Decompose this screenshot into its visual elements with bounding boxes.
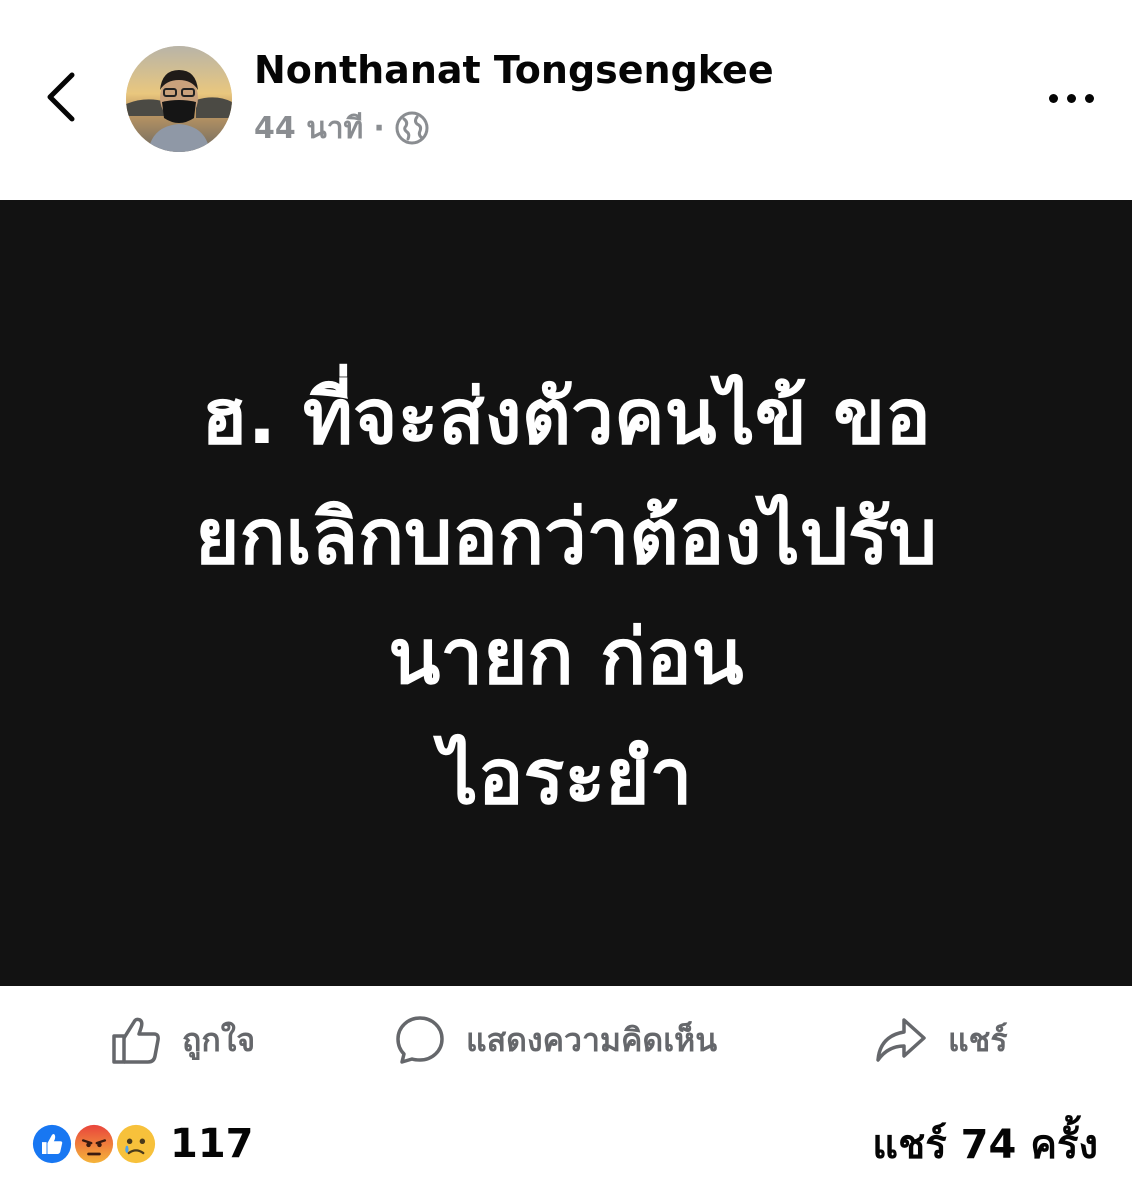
angry-reaction-icon	[72, 1122, 116, 1166]
more-dot	[1048, 93, 1058, 103]
author-name[interactable]: Nonthanat Tongsengkee	[254, 48, 774, 92]
post-text: ฮ. ที่จะส่งตัวคนไข้ ขอ ยกเลิกบอกว่าต้องไ…	[195, 357, 937, 837]
post-meta: 44 นาที ·	[254, 106, 429, 150]
reaction-count: 117	[170, 1121, 254, 1167]
sad-reaction-icon	[114, 1122, 158, 1166]
post-image[interactable]: ฮ. ที่จะส่งตัวคนไข้ ขอ ยกเลิกบอกว่าต้องไ…	[0, 200, 1132, 986]
post-text-line: ยกเลิกบอกว่าต้องไปรับ	[194, 492, 937, 581]
thumbs-up-icon	[112, 1017, 160, 1064]
action-bar: ถูกใจ แสดงความคิดเห็น แชร์	[0, 986, 1132, 1096]
avatar-photo	[126, 46, 232, 152]
post-text-line: ฮ. ที่จะส่งตัวคนไข้ ขอ	[201, 372, 931, 461]
back-button[interactable]	[30, 62, 90, 132]
avatar[interactable]	[126, 46, 232, 152]
post-header: Nonthanat Tongsengkee 44 นาที ·	[0, 0, 1132, 200]
more-dot	[1066, 93, 1076, 103]
post-text-line: ไอระยำ	[439, 732, 693, 821]
comment-label: แสดงความคิดเห็น	[466, 1020, 718, 1059]
reaction-icons	[30, 1122, 158, 1166]
globe-icon	[395, 111, 429, 145]
comment-button[interactable]: แสดงความคิดเห็น	[394, 1012, 717, 1068]
more-options-button[interactable]	[1036, 78, 1106, 118]
like-label: ถูกใจ	[182, 1020, 256, 1059]
meta-separator: ·	[373, 110, 385, 146]
like-reaction-icon	[30, 1122, 74, 1166]
share-count[interactable]: แชร์ 74 ครั้ง	[872, 1122, 1098, 1168]
share-arrow-icon	[876, 1018, 926, 1062]
chevron-left-icon	[47, 72, 75, 122]
post-text-line: นายก ก่อน	[388, 612, 744, 701]
share-button[interactable]: แชร์	[874, 1012, 1008, 1068]
like-button[interactable]: ถูกใจ	[110, 1012, 255, 1068]
more-dot	[1084, 93, 1094, 103]
comment-icon	[396, 1016, 444, 1064]
post-footer: 117 แชร์ 74 ครั้ง	[0, 1096, 1132, 1200]
post-view: Nonthanat Tongsengkee 44 นาที · ฮ. ที่จะ…	[0, 0, 1132, 1200]
share-label: แชร์	[948, 1020, 1008, 1059]
post-time[interactable]: 44 นาที	[254, 105, 363, 152]
reactions-summary[interactable]: 117	[30, 1121, 254, 1167]
